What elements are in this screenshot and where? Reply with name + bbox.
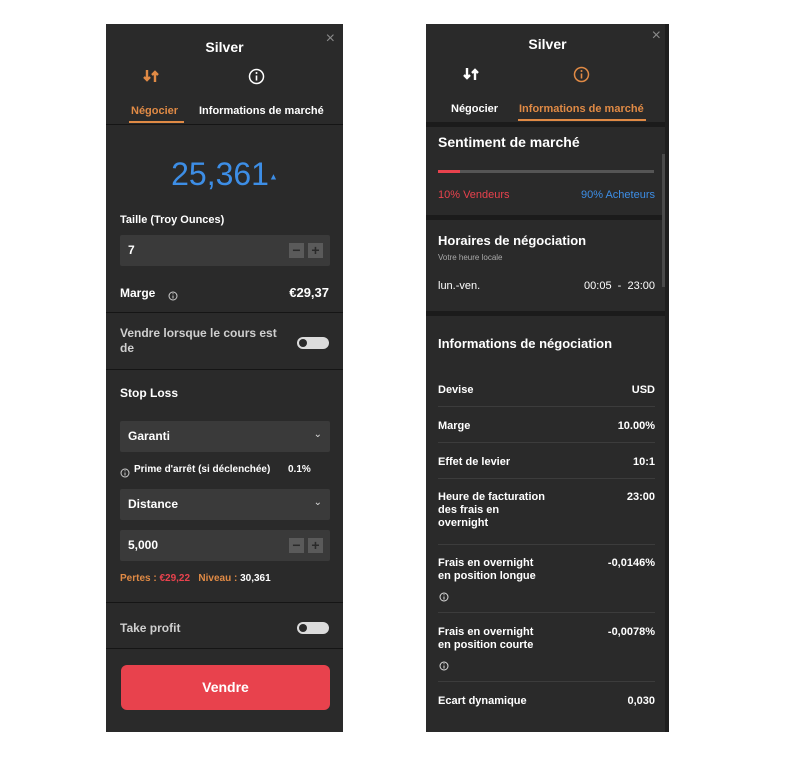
- close-icon[interactable]: ×: [652, 27, 661, 45]
- distance-field[interactable]: 5,000 − +: [120, 530, 330, 561]
- sentiment-title: Sentiment de marché: [438, 134, 580, 150]
- info-circle-icon[interactable]: [168, 288, 178, 306]
- minus-button[interactable]: −: [289, 538, 304, 553]
- instrument-title: Silver: [205, 39, 244, 55]
- stop-type-value[interactable]: Garanti: [128, 429, 170, 443]
- distance-select[interactable]: Distance ⌄: [120, 489, 330, 520]
- divider: [106, 648, 343, 649]
- info-circle-icon[interactable]: [120, 465, 130, 483]
- trade-panel: Silver × Négocier Informations de marché…: [106, 24, 343, 732]
- sort-arrows-icon[interactable]: [143, 68, 161, 89]
- take-profit-toggle[interactable]: [297, 622, 329, 634]
- level-value: 30,361: [240, 573, 271, 584]
- info-circle-icon[interactable]: [439, 589, 449, 607]
- divider: [106, 369, 343, 370]
- premium-label: Prime d'arrêt (si déclenchée): [134, 464, 271, 475]
- plus-button[interactable]: +: [308, 243, 323, 258]
- level-label: Niveau :: [198, 573, 238, 584]
- sell-when-label: Vendre lorsque le cours est de: [120, 326, 277, 355]
- divider: [106, 312, 343, 313]
- losses-row: Pertes : €29,22 Niveau : 30,361: [120, 573, 271, 584]
- size-label: Taille (Troy Ounces): [120, 214, 225, 226]
- margin-value: €29,37: [289, 285, 329, 300]
- info-title: Informations de négociation: [438, 336, 613, 351]
- take-profit-label: Take profit: [120, 621, 181, 635]
- hours-days: lun.-ven.: [438, 280, 481, 292]
- instrument-title: Silver: [528, 36, 567, 52]
- sentiment-bar: [438, 170, 654, 173]
- current-price: 25,361▲: [171, 156, 278, 192]
- stop-type-select[interactable]: Garanti ⌄: [120, 421, 330, 452]
- info-circle-icon[interactable]: [573, 66, 590, 88]
- hours-subtitle: Votre heure locale: [438, 253, 503, 262]
- hours-title: Horaires de négociation: [438, 233, 587, 248]
- price-up-arrow-icon: ▲: [268, 171, 278, 182]
- stop-loss-label: Stop Loss: [120, 386, 179, 400]
- tab-trade[interactable]: Négocier: [131, 105, 178, 117]
- divider: [426, 215, 669, 220]
- scrollbar-track: [665, 24, 669, 732]
- buyers-percent: 90% Acheteurs: [581, 189, 655, 201]
- losses-value: €29,22: [159, 573, 191, 584]
- chevron-down-icon[interactable]: ⌄: [314, 497, 322, 508]
- hours-time: 00:05 - 23:00: [584, 280, 655, 292]
- sort-arrows-icon[interactable]: [463, 66, 481, 87]
- divider: [426, 122, 669, 127]
- divider: [106, 602, 343, 603]
- info-circle-icon[interactable]: [439, 658, 449, 676]
- divider: [106, 124, 343, 125]
- close-icon[interactable]: ×: [326, 30, 335, 48]
- tab-market-info[interactable]: Informations de marché: [519, 103, 644, 115]
- sell-when-toggle[interactable]: [297, 337, 329, 349]
- market-info-panel: Silver × Négocier Informations de marché…: [426, 24, 669, 732]
- active-tab-indicator: [518, 119, 646, 121]
- divider: [426, 311, 669, 316]
- chevron-down-icon[interactable]: ⌄: [314, 429, 322, 440]
- sentiment-sellers-fill: [438, 170, 460, 173]
- distance-value[interactable]: 5,000: [128, 538, 158, 552]
- info-circle-icon[interactable]: [248, 68, 265, 90]
- losses-label: Pertes :: [120, 573, 157, 584]
- tab-trade[interactable]: Négocier: [451, 103, 498, 115]
- margin-label: Marge: [120, 286, 156, 300]
- active-tab-indicator: [129, 121, 184, 123]
- size-field[interactable]: 7 − +: [120, 235, 330, 266]
- minus-button[interactable]: −: [289, 243, 304, 258]
- size-value[interactable]: 7: [128, 243, 135, 257]
- plus-button[interactable]: +: [308, 538, 323, 553]
- sell-button[interactable]: Vendre: [121, 665, 330, 710]
- distance-type-value[interactable]: Distance: [128, 497, 178, 511]
- tab-market-info[interactable]: Informations de marché: [199, 105, 324, 117]
- sellers-percent: 10% Vendeurs: [438, 189, 510, 201]
- premium-value: 0.1%: [288, 464, 311, 475]
